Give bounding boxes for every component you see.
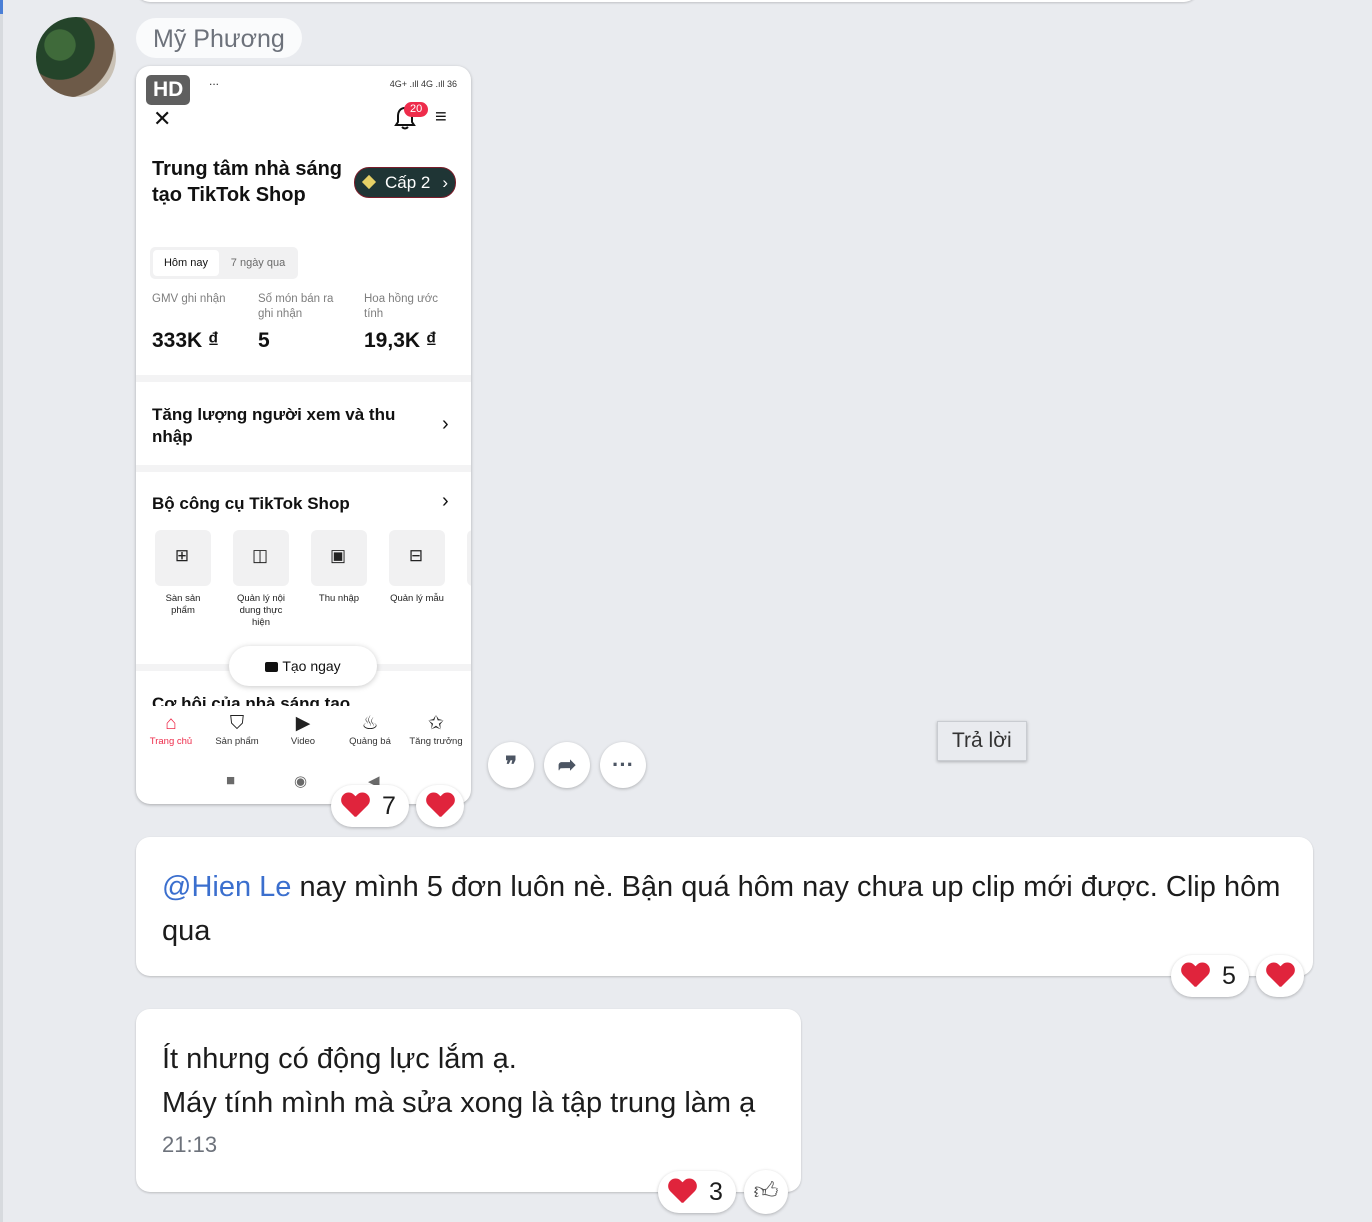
heart-icon <box>1181 963 1209 988</box>
bottom-navigation: ⌂ Trang chủ ⛉ Sản phẩm ▶ Video ♨ Quảng b… <box>136 706 471 758</box>
message-text: nay mình 5 đơn luôn nè. Bận quá hôm nay … <box>162 871 1281 947</box>
stat-value-commission: 19,3K ₫ <box>364 329 437 352</box>
shared-image[interactable]: HD ... 4G+ .ıll 4G .ıll 36 ✕ 20 ≡ Trung … <box>136 66 471 804</box>
nav-label: Quảng bá <box>349 736 391 747</box>
level-badge-label: Cấp 2 <box>385 173 431 192</box>
reaction-count: 5 <box>1221 962 1236 990</box>
tool-product-marketplace: ⊞ Sàn sản phẩm <box>154 530 212 617</box>
promo-row-title: Tăng lượng người xem và thu nhập <box>152 405 396 446</box>
nav-label: Tăng trưởng <box>409 736 463 747</box>
like-button[interactable]: 👍︎ <box>744 1170 788 1214</box>
tab-today: Hôm nay <box>153 250 219 276</box>
gift-icon: ⊟ <box>408 546 424 565</box>
nav-promotion: ♨ Quảng bá <box>340 713 400 748</box>
period-tabs: Hôm nay 7 ngày qua <box>150 247 298 279</box>
tool-label: Sàn sản phẩm <box>165 593 201 616</box>
tool-label: L <box>466 593 471 605</box>
message-time: 21:13 <box>162 1132 218 1157</box>
chevron-right-icon: › <box>442 490 449 512</box>
shopping-bag-plus-icon: ⊞ <box>174 546 190 565</box>
quote-icon: ❞ <box>505 752 517 777</box>
more-button[interactable]: ··· <box>600 742 646 788</box>
recents-icon: ■ <box>226 772 236 789</box>
reply-tooltip: Trả lời <box>937 721 1027 761</box>
reaction-count: 7 <box>381 792 396 820</box>
forward-button[interactable]: ➦ <box>544 742 590 788</box>
heart-icon <box>426 793 454 818</box>
home-icon: ⌂ <box>165 713 177 734</box>
section-divider <box>136 465 471 472</box>
status-bar-indicators: 4G+ .ıll 4G .ıll 36 <box>389 79 457 89</box>
nav-growth: ✩ Tăng trưởng <box>406 713 466 748</box>
nav-label: Sản phẩm <box>215 736 259 747</box>
reaction-summary[interactable]: 5 <box>1171 955 1249 997</box>
heart-react-button[interactable] <box>416 785 464 827</box>
stat-label-items-sold: Số món bán ra ghi nhận <box>258 293 334 320</box>
tool-income: ▣ Thu nhập <box>310 530 368 605</box>
create-now-button: Tạo ngay <box>229 646 377 686</box>
chevron-right-icon: › <box>442 413 449 435</box>
tool-partial: L <box>466 530 471 605</box>
reaction-summary[interactable]: 3 <box>658 1171 736 1213</box>
basket-icon: ⛉ <box>229 713 245 734</box>
chevron-right-icon: › <box>442 173 448 192</box>
quote-button[interactable]: ❞ <box>488 742 534 788</box>
sender-avatar[interactable] <box>36 17 116 97</box>
tool-label: Quản lý nội dung thực hiện <box>236 593 286 628</box>
close-icon: ✕ <box>153 106 172 131</box>
forward-icon: ➦ <box>557 752 577 777</box>
heart-icon <box>341 793 369 818</box>
stat-label-commission: Hoa hồng ước tính <box>364 293 439 320</box>
tools-section-title: Bộ công cụ TikTok Shop <box>152 494 350 513</box>
message-line: Máy tính mình mà sửa xong là tập trung l… <box>162 1087 756 1119</box>
window-left-edge <box>0 0 3 1222</box>
section-divider <box>136 375 471 382</box>
tool-sample-management: ⊟ Quản lý mẫu <box>388 530 446 605</box>
heart-icon <box>1266 963 1294 988</box>
video-camera-icon <box>265 662 279 672</box>
stat-label-gmv: GMV ghi nhận <box>152 293 226 305</box>
phone-page-title: Trung tâm nhà sáng tạo TikTok Shop <box>152 158 343 206</box>
tool-label: Quản lý mẫu <box>390 593 444 604</box>
hd-badge: HD <box>146 75 191 105</box>
create-now-label: Tạo ngay <box>282 658 341 674</box>
star-shield-icon: ✩ <box>428 713 444 734</box>
message-line: Ít nhưng có động lực lắm ạ. <box>162 1043 517 1075</box>
window-left-edge-accent <box>0 0 3 14</box>
nav-products: ⛉ Sản phẩm <box>207 713 267 748</box>
menu-icon: ≡ <box>435 106 447 128</box>
level-badge: Cấp 2 › <box>354 167 456 198</box>
flame-icon: ♨ <box>361 713 379 734</box>
diamond-icon <box>361 174 377 190</box>
message-bubble[interactable]: Ít nhưng có động lực lắm ạ. Máy tính mìn… <box>136 1009 801 1192</box>
nav-video: ▶ Video <box>273 713 333 748</box>
stat-value-items-sold: 5 <box>258 329 270 352</box>
home-circle-icon: ◉ <box>294 773 308 790</box>
money-icon: ▣ <box>329 546 347 565</box>
sender-name[interactable]: Mỹ Phương <box>136 18 302 58</box>
more-icon: ··· <box>612 752 634 777</box>
bag-icon: ◫ <box>251 546 269 565</box>
nav-label: Trang chủ <box>149 736 193 747</box>
reaction-summary[interactable]: 7 <box>331 785 409 827</box>
mention-link[interactable]: @Hien Le <box>162 871 291 903</box>
tool-label: Thu nhập <box>318 593 360 604</box>
heart-icon <box>668 1179 696 1204</box>
nav-home: ⌂ Trang chủ <box>141 713 201 748</box>
message-bubble[interactable]: @Hien Le nay mình 5 đơn luôn nè. Bận quá… <box>136 837 1313 976</box>
stat-value-gmv: 333K ₫ <box>152 329 219 352</box>
status-bar-dots: ... <box>209 74 220 88</box>
tab-7-days: 7 ngày qua <box>230 257 286 269</box>
heart-react-button[interactable] <box>1256 955 1304 997</box>
tool-content-management: ◫ Quản lý nội dung thực hiện <box>232 530 290 629</box>
video-icon: ▶ <box>295 713 311 734</box>
nav-label: Video <box>290 736 316 747</box>
reaction-count: 3 <box>708 1178 723 1206</box>
thumbs-up-icon: 👍︎ <box>753 1178 779 1205</box>
previous-message-bubble <box>136 0 1198 2</box>
notification-count-badge: 20 <box>404 102 429 117</box>
